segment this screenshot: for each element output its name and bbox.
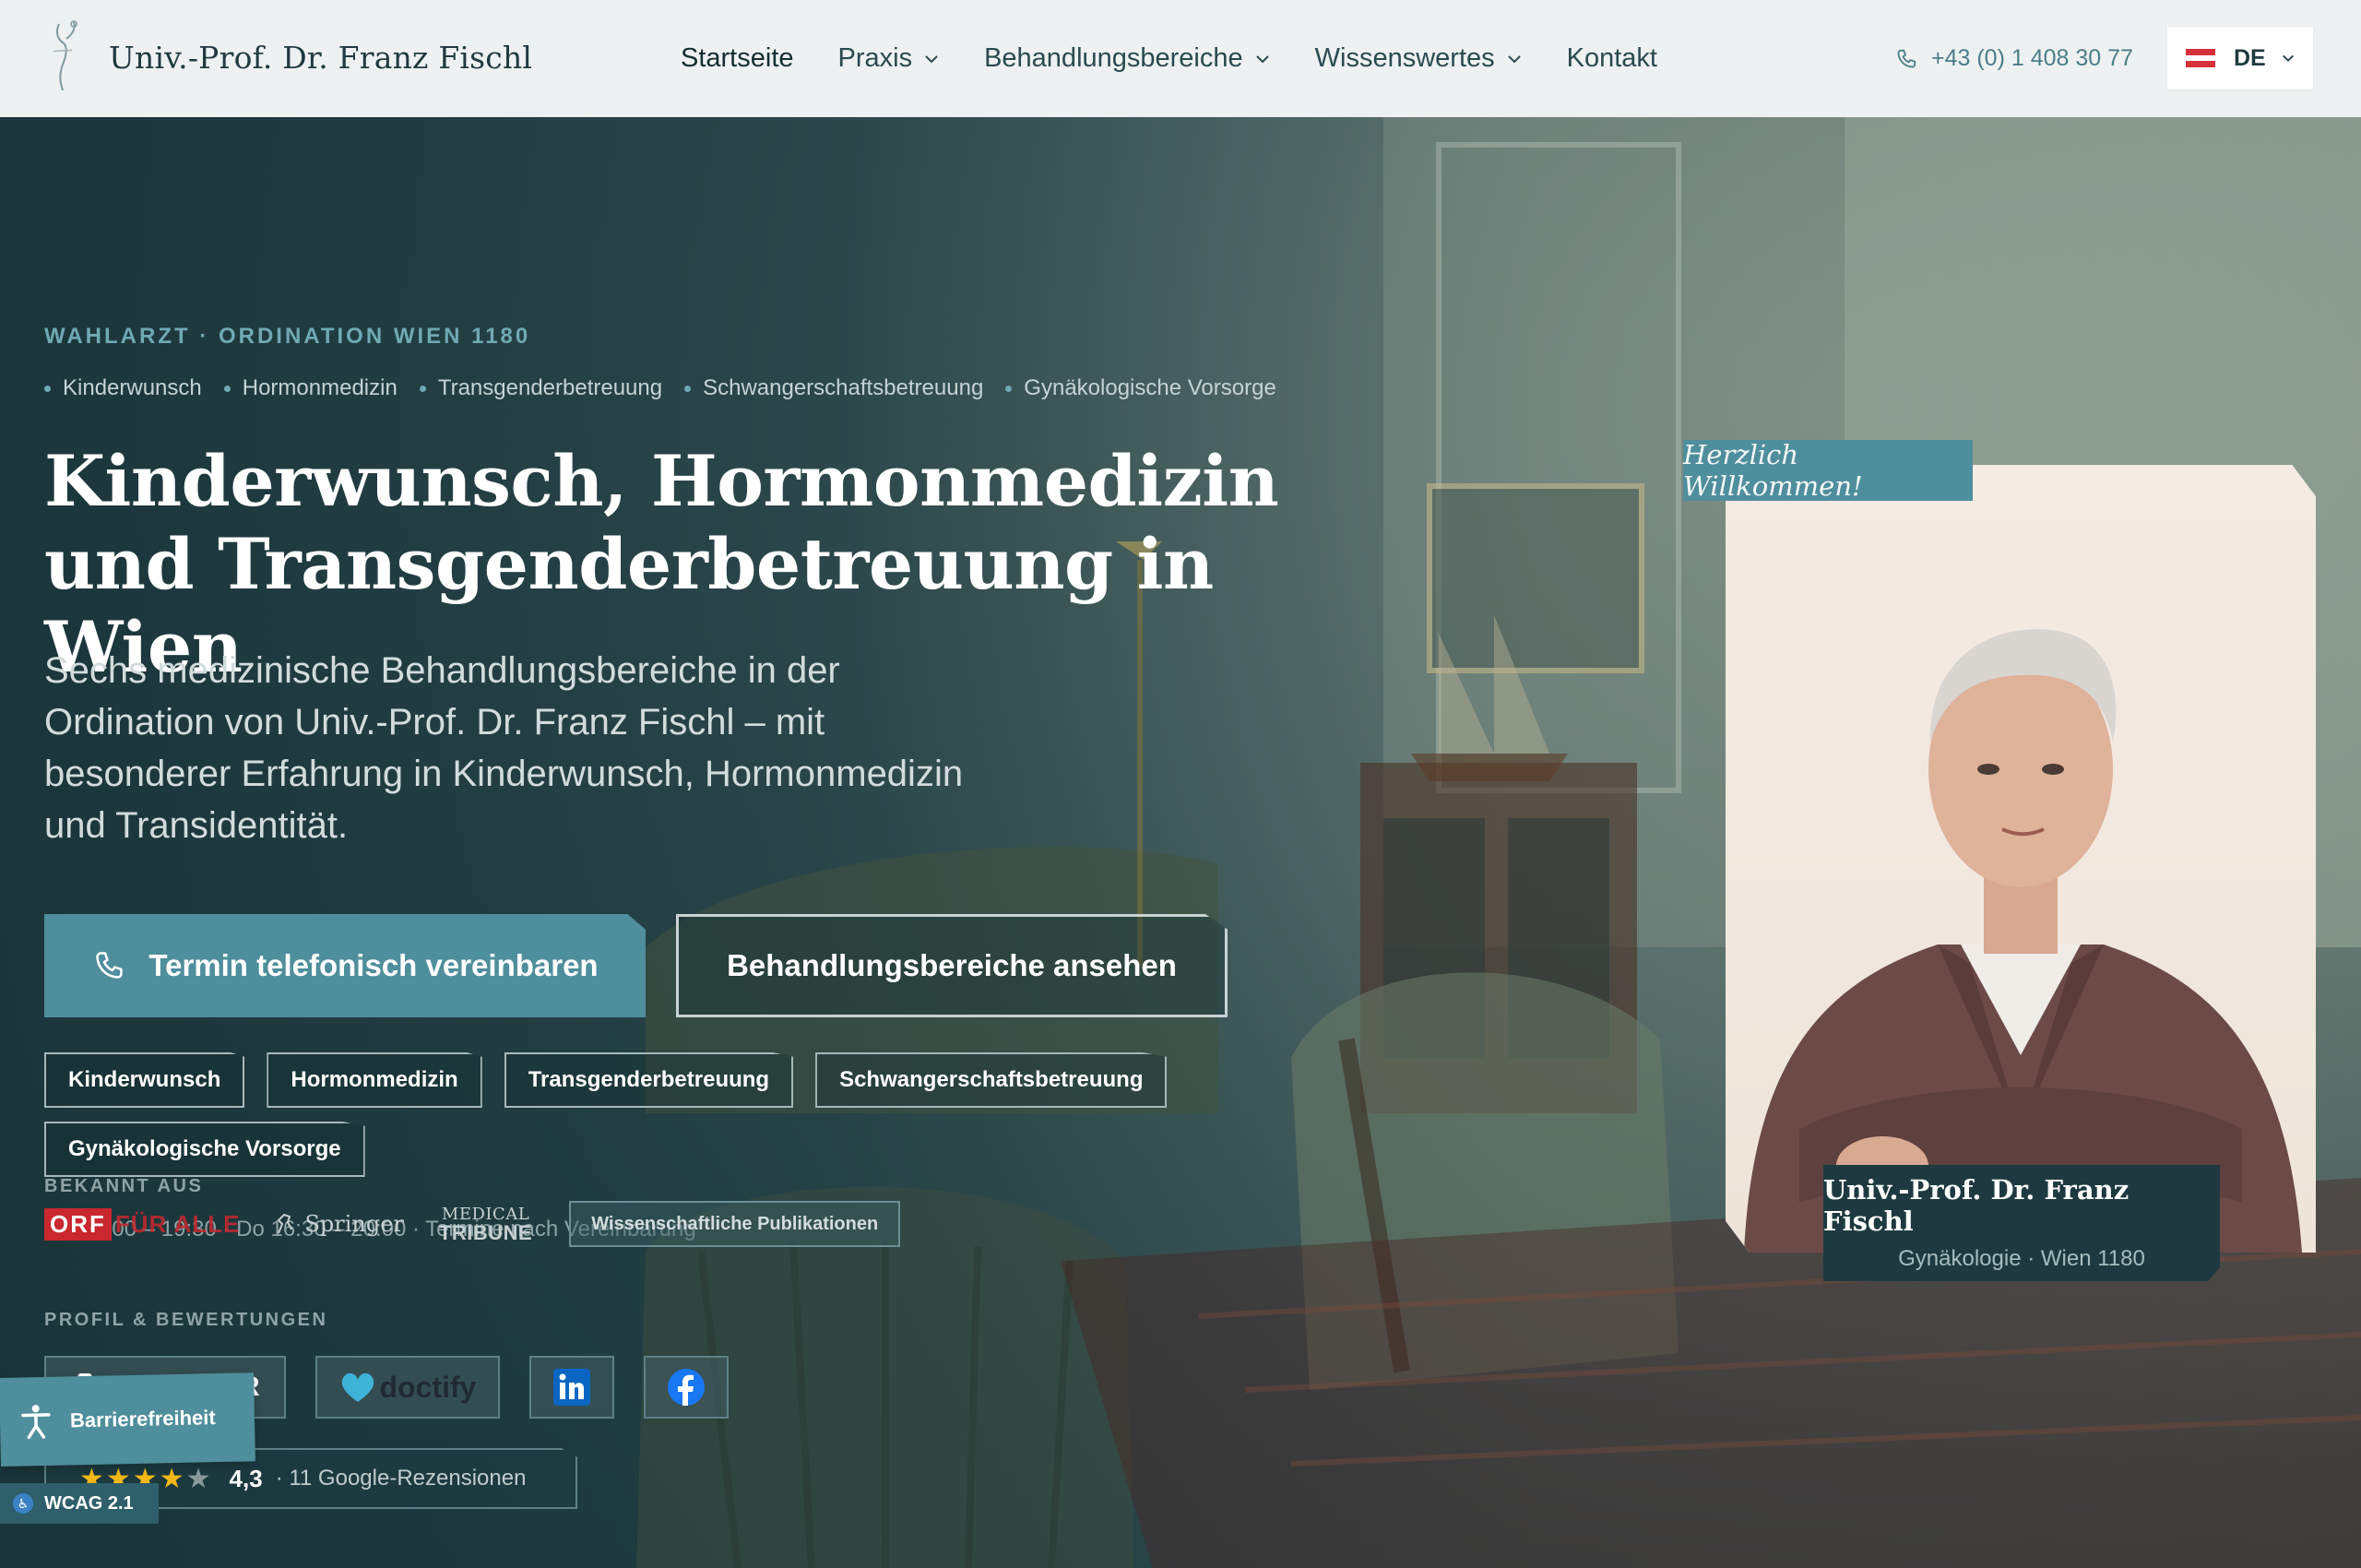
topic-item: Kinderwunsch bbox=[44, 375, 202, 401]
doctify-label: doctify bbox=[379, 1370, 477, 1404]
nav-wissenswertes[interactable]: Wissenswertes bbox=[1315, 43, 1523, 74]
wcag-label: WCAG 2.1 bbox=[44, 1492, 134, 1514]
profile-doctify-link[interactable]: doctify bbox=[315, 1356, 500, 1419]
topic-item: Transgenderbetreuung bbox=[419, 375, 663, 401]
facebook-icon bbox=[668, 1369, 705, 1406]
topic-label: Hormonmedizin bbox=[242, 375, 397, 400]
button-label: Behandlungsbereiche ansehen bbox=[727, 948, 1177, 982]
nav-label: Kontakt bbox=[1566, 43, 1657, 73]
button-label: Termin telefonisch vereinbaren bbox=[148, 948, 599, 982]
chevron-down-icon bbox=[925, 54, 938, 63]
chevron-down-icon bbox=[1507, 54, 1521, 63]
topic-label: Transgenderbetreuung bbox=[437, 375, 663, 400]
rating-count: · 11 Google-Rezensionen bbox=[275, 1466, 527, 1491]
chip-transgenderbetreuung[interactable]: Transgenderbetreuung bbox=[504, 1052, 794, 1108]
bullet-dot-icon bbox=[1005, 385, 1013, 392]
bullet-dot-icon bbox=[684, 385, 692, 392]
orf-logo-text: FÜR ALLE bbox=[114, 1209, 241, 1238]
chip-label: Hormonmedizin bbox=[291, 1067, 458, 1092]
language-switcher[interactable]: DE bbox=[2167, 27, 2313, 89]
bullet-dot-icon bbox=[44, 385, 51, 392]
accessibility-person-icon bbox=[21, 1405, 51, 1440]
press-label: BEKANNT AUS bbox=[44, 1176, 204, 1196]
chip-label: Transgenderbetreuung bbox=[528, 1067, 770, 1092]
linkedin-icon bbox=[553, 1369, 590, 1406]
wheelchair-icon: ♿ bbox=[13, 1493, 33, 1514]
publications-button[interactable]: Wissenschaftliche Publikationen bbox=[569, 1201, 901, 1247]
topic-item: Schwangerschaftsbetreuung bbox=[684, 375, 983, 401]
rating-score: 4,3 bbox=[229, 1464, 263, 1492]
chip-schwangerschaftsbetreuung[interactable]: Schwangerschaftsbetreuung bbox=[815, 1052, 1168, 1108]
austria-flag-icon bbox=[2186, 49, 2215, 68]
profile-facebook-link[interactable] bbox=[644, 1356, 729, 1419]
medical-tribune-logo: MEDICAL TRIBUNE bbox=[438, 1206, 533, 1244]
doctor-subtitle: Gynäkologie · Wien 1180 bbox=[1898, 1246, 2145, 1271]
nav-startseite[interactable]: Startseite bbox=[681, 43, 794, 74]
doctor-name: Univ.-Prof. Dr. Franz Fischl bbox=[1823, 1174, 2130, 1237]
chip-gynaekologische-vorsorge[interactable]: Gynäkologische Vorsorge bbox=[44, 1122, 365, 1177]
hero-lead: Sechs medizinische Behandlungsbereiche i… bbox=[44, 650, 964, 846]
language-label: DE bbox=[2234, 44, 2266, 71]
topic-label: Kinderwunsch bbox=[63, 375, 202, 400]
orf-logo-box: ORF bbox=[44, 1207, 112, 1241]
chevron-down-icon bbox=[2282, 54, 2294, 62]
topic-list: Kinderwunsch Hormonmedizin Transgenderbe… bbox=[44, 375, 1299, 401]
nav-label: Wissenswertes bbox=[1314, 43, 1495, 73]
chip-label: Schwangerschaftsbetreuung bbox=[839, 1067, 1144, 1092]
chip-label: Kinderwunsch bbox=[68, 1067, 221, 1092]
tribune-bottom-text: TRIBUNE bbox=[438, 1221, 533, 1244]
chip-label: Gynäkologische Vorsorge bbox=[68, 1136, 341, 1161]
welcome-tag: Herzlich Willkommen! bbox=[1683, 439, 1973, 502]
header-phone-link[interactable]: +43 (0) 1 408 30 77 bbox=[1894, 0, 2133, 117]
springer-logo-text: Springer bbox=[304, 1211, 404, 1237]
topic-label: Gynäkologische Vorsorge bbox=[1024, 375, 1276, 400]
hero-section: WAHLARZT · ORDINATION WIEN 1180 Kinderwu… bbox=[0, 117, 2361, 1568]
chip-hormonmedizin[interactable]: Hormonmedizin bbox=[267, 1052, 482, 1108]
button-label: Wissenschaftliche Publikationen bbox=[591, 1213, 879, 1234]
treatment-chips: Kinderwunsch Hormonmedizin Transgenderbe… bbox=[44, 1052, 1243, 1191]
call-appointment-button[interactable]: Termin telefonisch vereinbaren bbox=[44, 914, 646, 1017]
star-filled-icon: ★ bbox=[159, 1463, 184, 1494]
press-logos: ORF FÜR ALLE Springer MEDICAL TRIBUNE Wi… bbox=[44, 1201, 901, 1247]
phone-number: +43 (0) 1 408 30 77 bbox=[1931, 45, 2133, 71]
chevron-down-icon bbox=[1255, 54, 1269, 63]
logo-figure-icon bbox=[53, 20, 77, 91]
wcag-badge[interactable]: ♿ WCAG 2.1 bbox=[0, 1483, 159, 1524]
topic-item: Hormonmedizin bbox=[223, 375, 397, 401]
site-header: Univ.-Prof. Dr. Franz Fischl Startseite … bbox=[0, 0, 2361, 117]
profile-linkedin-link[interactable] bbox=[529, 1356, 614, 1419]
nav-label: Startseite bbox=[681, 43, 794, 73]
topic-label: Schwangerschaftsbetreuung bbox=[703, 375, 984, 400]
phone-icon bbox=[96, 952, 124, 979]
chip-kinderwunsch[interactable]: Kinderwunsch bbox=[44, 1052, 245, 1108]
doctor-portrait-photo bbox=[1726, 465, 2316, 1253]
star-empty-icon: ★ bbox=[185, 1463, 211, 1494]
accessibility-label: Barrierefreiheit bbox=[69, 1406, 216, 1432]
logo[interactable]: Univ.-Prof. Dr. Franz Fischl bbox=[46, 18, 532, 96]
profiles-label: PROFIL & BEWERTUNGEN bbox=[44, 1310, 328, 1330]
doctor-portrait-image bbox=[1744, 629, 2302, 1253]
springer-logo: Springer bbox=[273, 1211, 404, 1237]
topic-item: Gynäkologische Vorsorge bbox=[1005, 375, 1276, 401]
main-nav: Startseite Praxis Behandlungsbereiche Wi… bbox=[681, 0, 1702, 117]
doctor-name-card: Univ.-Prof. Dr. Franz Fischl Gynäkologie… bbox=[1823, 1165, 2220, 1281]
nav-kontakt[interactable]: Kontakt bbox=[1567, 43, 1657, 74]
hero-eyebrow: WAHLARZT · ORDINATION WIEN 1180 bbox=[44, 324, 531, 349]
accessibility-button[interactable]: Barrierefreiheit bbox=[0, 1372, 255, 1467]
bullet-dot-icon bbox=[419, 385, 426, 392]
doctify-heart-icon bbox=[341, 1372, 374, 1402]
brand-name: Univ.-Prof. Dr. Franz Fischl bbox=[109, 39, 533, 76]
nav-label: Behandlungsbereiche bbox=[984, 43, 1243, 73]
nav-label: Praxis bbox=[837, 43, 913, 73]
orf-logo: ORF FÜR ALLE bbox=[44, 1207, 241, 1241]
hero-title-line1: Kinderwunsch, Hormonmedizin bbox=[44, 440, 1279, 522]
springer-horse-icon bbox=[278, 1213, 293, 1234]
nav-behandlungsbereiche[interactable]: Behandlungsbereiche bbox=[984, 43, 1271, 74]
nav-praxis[interactable]: Praxis bbox=[838, 43, 941, 74]
phone-icon bbox=[1897, 49, 1916, 67]
bullet-dot-icon bbox=[223, 385, 231, 392]
view-treatments-button[interactable]: Behandlungsbereiche ansehen bbox=[676, 914, 1228, 1017]
